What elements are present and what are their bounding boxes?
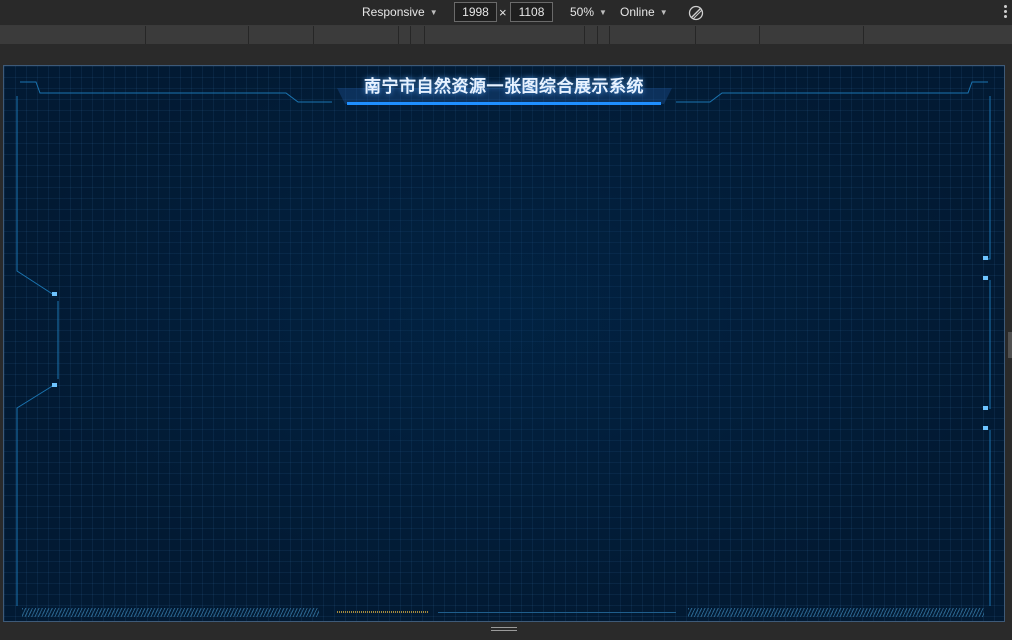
- bottom-dotted-line: [337, 611, 429, 613]
- device-label: Responsive: [362, 5, 425, 19]
- device-selector[interactable]: Responsive ▼: [362, 0, 438, 25]
- media-query-bar: [0, 26, 1012, 45]
- page-viewport: 南宁市自然资源一张图综合展示系统: [3, 65, 1005, 622]
- bottom-left-hatch: [22, 608, 319, 617]
- bottom-right-hatch: [688, 608, 984, 617]
- rotate-icon[interactable]: [686, 3, 706, 23]
- page-title: 南宁市自然资源一张图综合展示系统: [364, 77, 644, 97]
- screen-frame: [16, 81, 991, 606]
- device-toolbar: Responsive ▼ × 50% ▼ Online ▼: [0, 0, 1012, 26]
- network-throttle-selector[interactable]: Online ▼: [620, 0, 668, 25]
- network-label: Online: [620, 5, 655, 19]
- caret-down-icon: ▼: [429, 8, 438, 17]
- viewport-resize-handle[interactable]: [491, 627, 517, 635]
- caret-down-icon: ▼: [599, 8, 607, 17]
- more-vertical-icon[interactable]: [1004, 5, 1008, 19]
- viewport-side-resize-handle[interactable]: [1008, 332, 1012, 358]
- width-input[interactable]: [454, 2, 497, 22]
- zoom-label: 50%: [570, 5, 595, 19]
- height-input[interactable]: [510, 2, 553, 22]
- dimension-separator: ×: [499, 5, 507, 20]
- caret-down-icon: ▼: [659, 8, 668, 17]
- bottom-center-line: [438, 612, 676, 613]
- zoom-selector[interactable]: 50% ▼: [570, 0, 607, 25]
